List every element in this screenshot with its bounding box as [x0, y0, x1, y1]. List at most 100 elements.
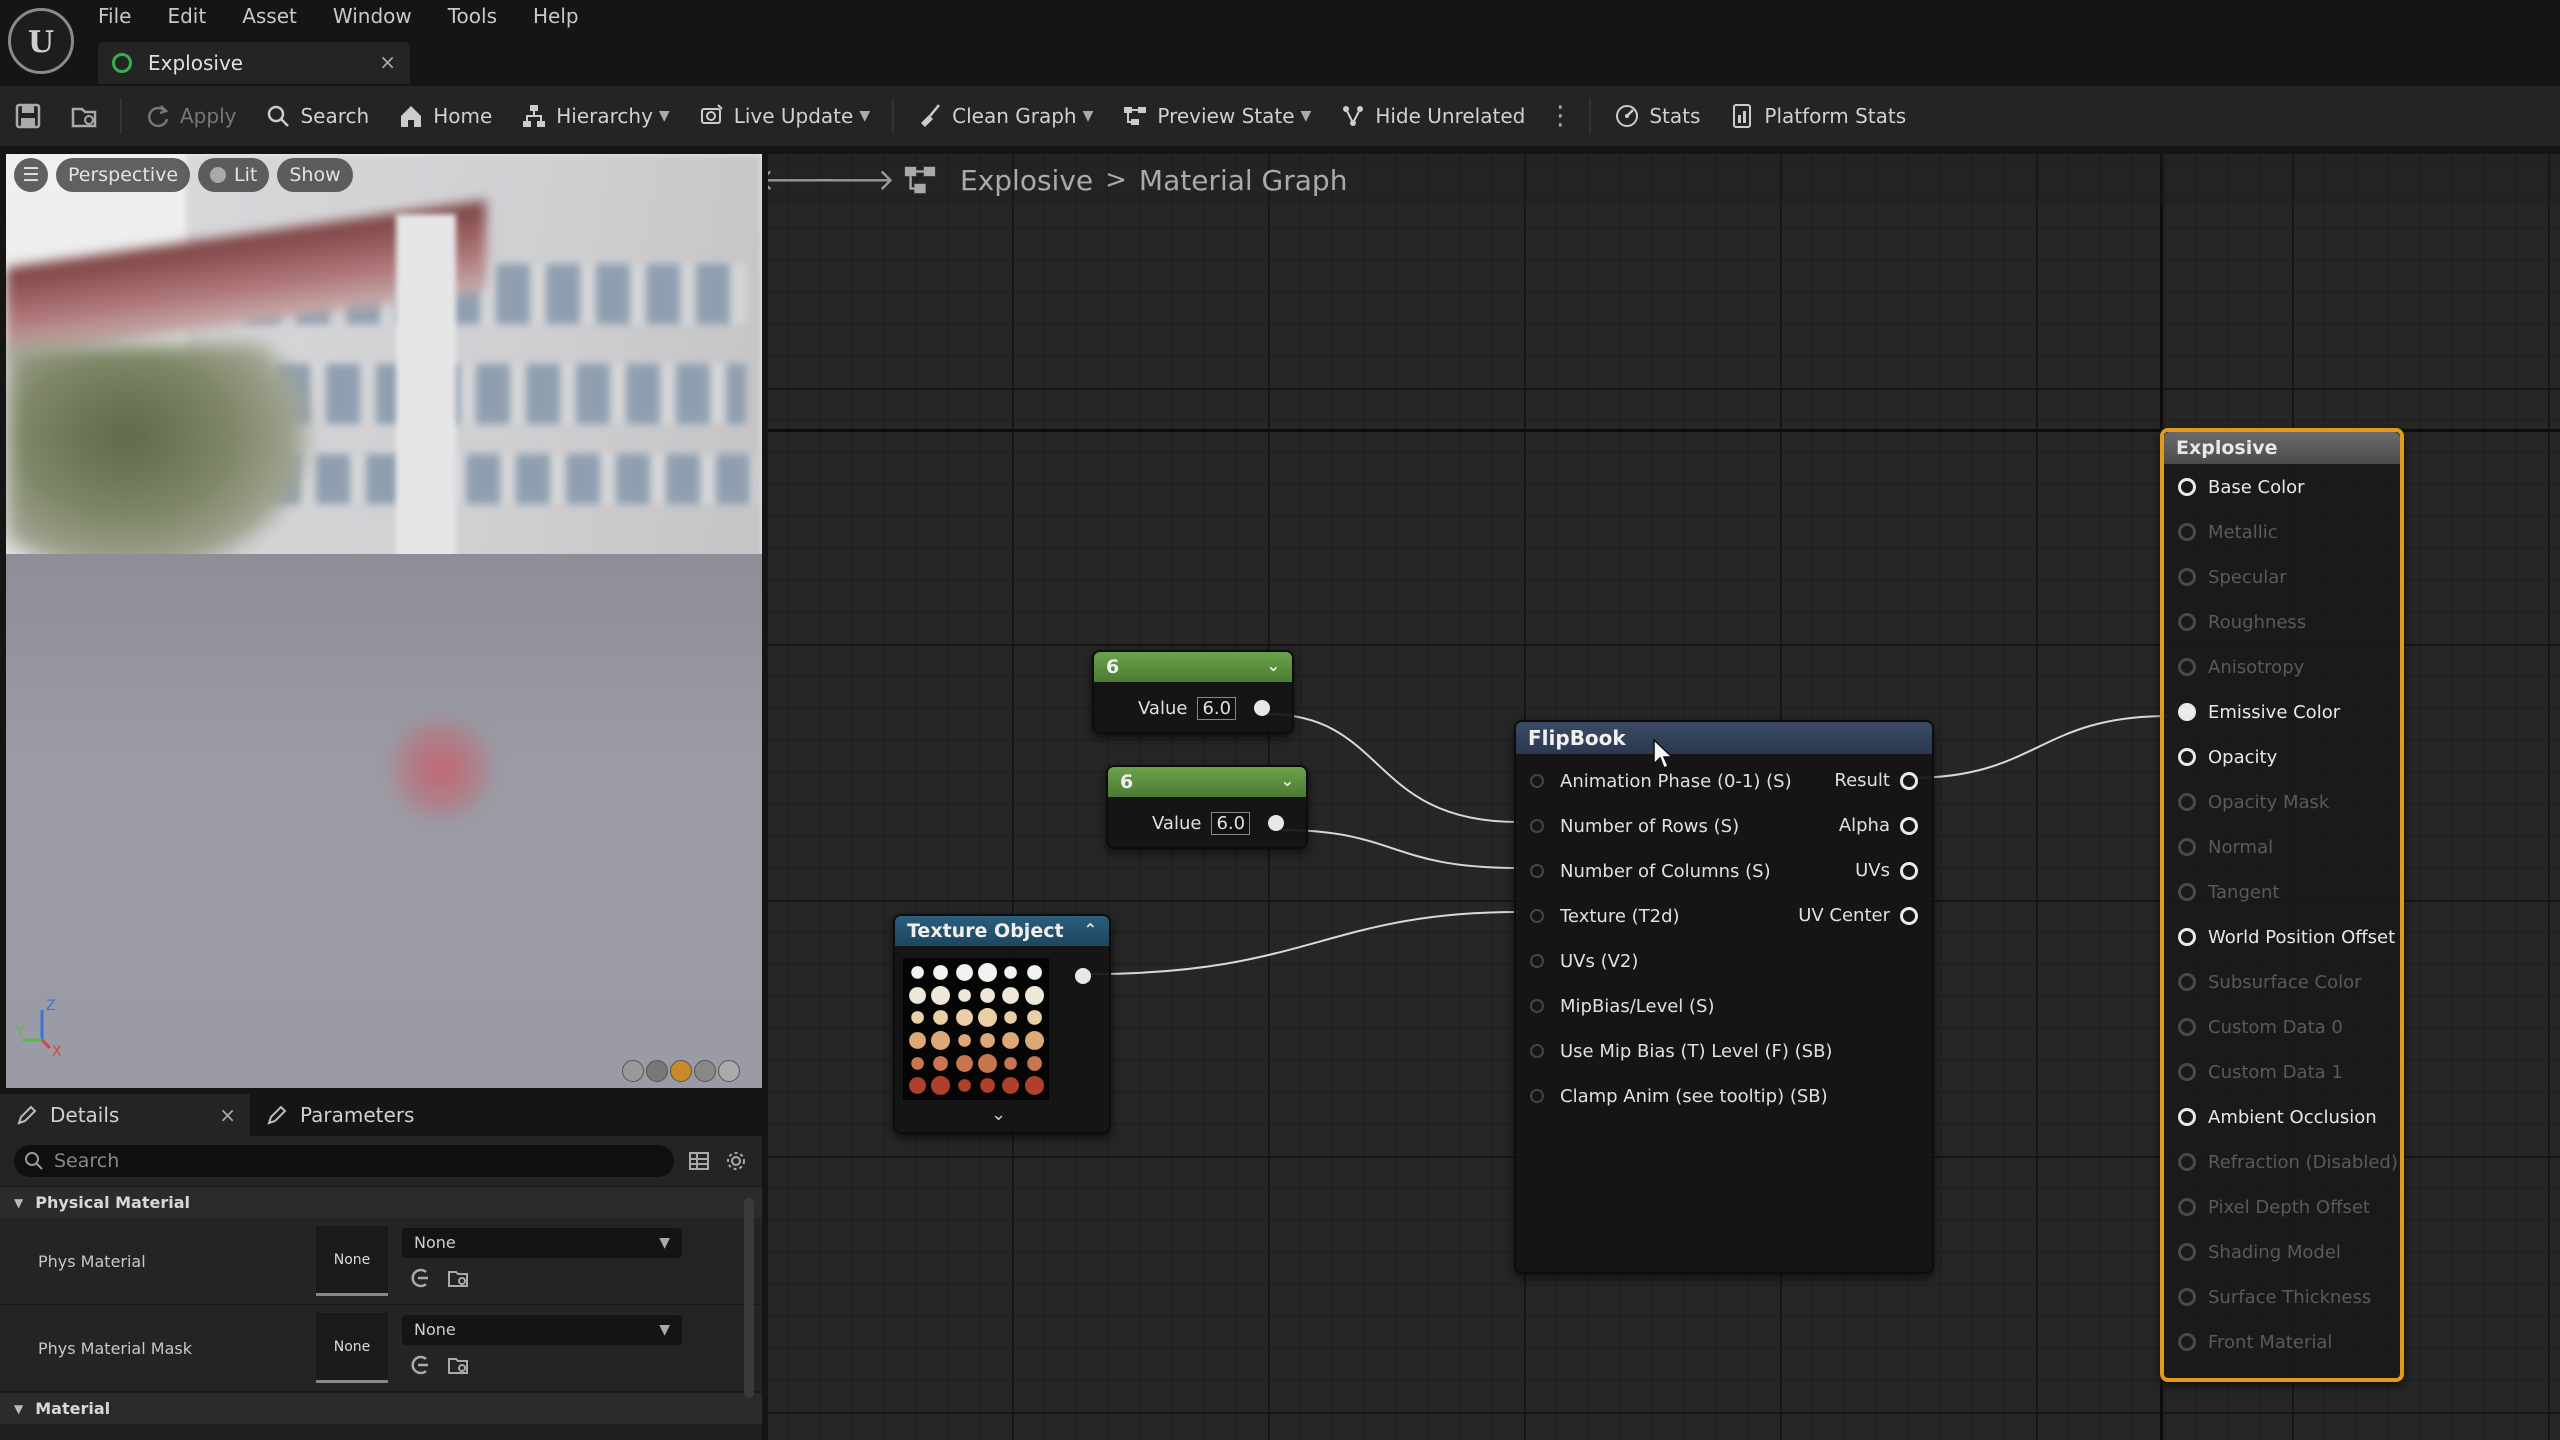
input-pin[interactable]	[1530, 1044, 1544, 1058]
output-pin[interactable]	[1075, 968, 1091, 984]
details-scrollbar[interactable]	[744, 1198, 754, 1398]
input-pin[interactable]	[2178, 1018, 2196, 1036]
settings-gear-icon[interactable]	[723, 1146, 748, 1176]
menu-edit[interactable]: Edit	[167, 0, 222, 34]
platform-stats-button[interactable]: Platform Stats	[1714, 86, 1920, 146]
breadcrumb-graph[interactable]: Material Graph	[1139, 164, 1348, 197]
input-pin[interactable]	[2178, 1333, 2196, 1351]
constant-node-rows[interactable]: 6 ⌄ Value 6.0	[1092, 650, 1294, 734]
sphere-preview-icon[interactable]	[646, 1060, 668, 1082]
menu-help[interactable]: Help	[533, 0, 595, 34]
custom-mesh-preview-icon[interactable]	[718, 1060, 740, 1082]
apply-button[interactable]: Apply	[130, 86, 250, 146]
input-pin[interactable]	[1530, 1089, 1544, 1103]
viewport-menu-icon[interactable]: ☰	[14, 158, 48, 192]
home-button[interactable]: Home	[383, 86, 506, 146]
texture-object-node[interactable]: Texture Object ⌃ ⌄	[893, 914, 1111, 1134]
output-pin[interactable]	[1268, 815, 1284, 831]
menu-file[interactable]: File	[98, 0, 147, 34]
live-update-button[interactable]: Live Update ▼	[684, 86, 884, 146]
browse-content-icon[interactable]	[56, 86, 112, 146]
preview-viewport[interactable]: ☰ Perspective Lit Show Z X Y	[6, 154, 762, 1088]
plane-preview-icon[interactable]	[670, 1060, 692, 1082]
phys-material-thumbnail[interactable]: None	[316, 1226, 388, 1296]
asset-tab[interactable]: Explosive ×	[98, 42, 410, 84]
input-pin[interactable]	[2178, 793, 2196, 811]
output-pin[interactable]	[1900, 861, 1918, 880]
show-button[interactable]: Show	[277, 158, 353, 192]
value-field[interactable]: 6.0	[1211, 811, 1251, 835]
chevron-down-icon[interactable]: ⌄	[1267, 656, 1280, 675]
input-pin[interactable]	[1530, 864, 1544, 878]
close-details-icon[interactable]: ×	[219, 1103, 236, 1127]
preview-state-button[interactable]: Preview State ▼	[1107, 86, 1325, 146]
menu-window[interactable]: Window	[333, 0, 428, 34]
input-pin[interactable]	[2178, 658, 2196, 676]
input-pin[interactable]	[1530, 954, 1544, 968]
menu-tools[interactable]: Tools	[448, 0, 513, 34]
close-tab-icon[interactable]: ×	[379, 50, 396, 74]
menu-asset[interactable]: Asset	[242, 0, 313, 34]
hierarchy-button[interactable]: Hierarchy ▼	[506, 86, 683, 146]
browse-asset-icon[interactable]	[446, 1266, 470, 1295]
chevron-up-icon[interactable]: ⌃	[1084, 920, 1097, 939]
save-icon[interactable]	[0, 86, 56, 146]
tab-parameters[interactable]: Parameters	[250, 1094, 500, 1136]
clean-graph-button[interactable]: Clean Graph ▼	[902, 86, 1107, 146]
input-pin[interactable]	[2178, 568, 2196, 586]
value-field[interactable]: 6.0	[1197, 696, 1237, 720]
more-options-icon[interactable]: ⋮	[1539, 101, 1581, 131]
input-pin[interactable]	[2178, 838, 2196, 856]
perspective-button[interactable]: Perspective	[56, 158, 191, 192]
input-pin[interactable]	[2178, 1288, 2196, 1306]
unreal-logo-icon[interactable]: U	[8, 8, 74, 74]
expand-chevron-icon[interactable]: ⌄	[991, 1104, 1006, 1125]
input-pin[interactable]	[1530, 774, 1544, 788]
cube-preview-icon[interactable]	[694, 1060, 716, 1082]
input-pin[interactable]	[2178, 748, 2196, 766]
material-result-node[interactable]: Explosive Base Color Metallic Specular Roug…	[2160, 428, 2404, 1382]
section-material[interactable]: ▼ Material	[0, 1392, 762, 1424]
output-pin[interactable]	[1254, 700, 1270, 716]
use-selected-icon[interactable]	[408, 1353, 432, 1382]
table-view-icon[interactable]	[686, 1146, 711, 1176]
input-pin[interactable]	[2178, 613, 2196, 631]
input-pin[interactable]	[1530, 909, 1544, 923]
hide-unrelated-button[interactable]: Hide Unrelated	[1325, 86, 1539, 146]
forward-arrow-icon[interactable]: 🡒	[815, 154, 895, 206]
input-pin[interactable]	[2178, 1243, 2196, 1261]
result-pin-row: Opacity	[2164, 742, 2400, 772]
output-pin[interactable]	[1900, 816, 1918, 835]
input-pin[interactable]	[2178, 523, 2196, 541]
input-pin[interactable]	[2178, 883, 2196, 901]
use-selected-icon[interactable]	[408, 1266, 432, 1295]
input-pin[interactable]	[2178, 703, 2196, 721]
stats-button[interactable]: Stats	[1599, 86, 1714, 146]
phys-material-combo[interactable]: None ▼	[402, 1227, 682, 1258]
browse-asset-icon[interactable]	[446, 1353, 470, 1382]
input-pin[interactable]	[1530, 819, 1544, 833]
input-pin[interactable]	[2178, 1153, 2196, 1171]
input-pin[interactable]	[2178, 1198, 2196, 1216]
phys-material-mask-thumbnail[interactable]: None	[316, 1313, 388, 1383]
output-pin[interactable]	[1900, 906, 1918, 925]
tab-details[interactable]: Details ×	[0, 1094, 250, 1136]
constant-node-columns[interactable]: 6 ⌄ Value 6.0	[1106, 765, 1308, 849]
section-physical-material[interactable]: ▼ Physical Material	[0, 1186, 762, 1218]
chevron-down-icon[interactable]: ⌄	[1281, 771, 1294, 790]
output-pin[interactable]	[1900, 771, 1918, 790]
flipbook-node[interactable]: FlipBook Animation Phase (0-1) (S) Numbe…	[1514, 720, 1934, 1274]
material-graph-canvas[interactable]: 🡐 🡒 Explosive > Material Graph 6 ⌄ Value…	[768, 154, 2560, 1440]
input-pin[interactable]	[2178, 478, 2196, 496]
input-pin[interactable]	[1530, 999, 1544, 1013]
search-button[interactable]: Search	[250, 86, 383, 146]
lit-button[interactable]: Lit	[198, 158, 270, 192]
input-pin[interactable]	[2178, 928, 2196, 946]
input-pin[interactable]	[2178, 1108, 2196, 1126]
breadcrumb-asset[interactable]: Explosive	[960, 164, 1093, 197]
input-pin[interactable]	[2178, 973, 2196, 991]
input-pin[interactable]	[2178, 1063, 2196, 1081]
details-search-input[interactable]: Search	[14, 1145, 674, 1177]
cylinder-preview-icon[interactable]	[622, 1060, 644, 1082]
phys-material-mask-combo[interactable]: None ▼	[402, 1314, 682, 1345]
